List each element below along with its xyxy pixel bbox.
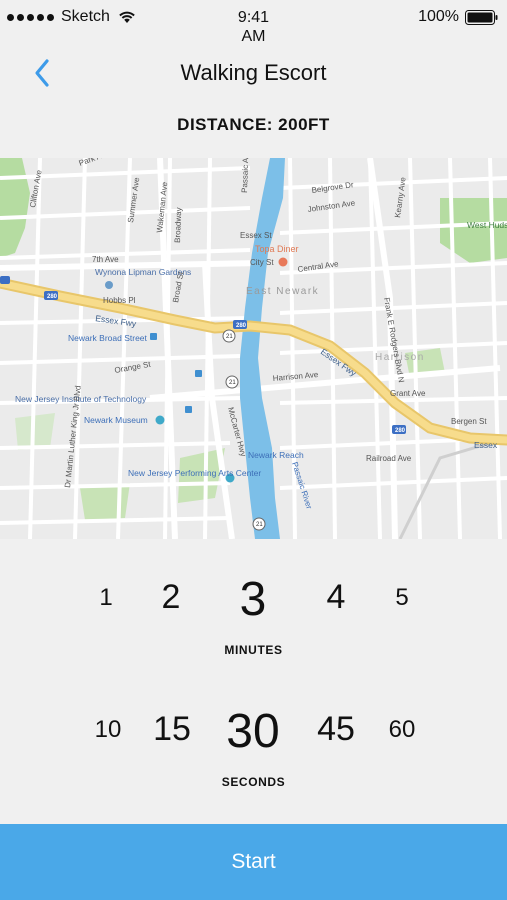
- minutes-picker: 1 2 3 4 5: [0, 572, 507, 632]
- seconds-option-60[interactable]: 60: [389, 716, 416, 744]
- map-label: Passaic Ave: [240, 158, 251, 193]
- map-label: 21: [226, 334, 233, 340]
- map-label: Newark Broad Street: [68, 333, 148, 343]
- map-label: New Jersey Performing Arts Center: [128, 468, 261, 478]
- map-label: Grant Ave: [390, 389, 426, 398]
- map-canvas: Park Ave Clifton Ave Summer Ave Wakeman …: [0, 158, 507, 539]
- battery-icon: [465, 9, 498, 25]
- map-label: Railroad Ave: [366, 454, 412, 463]
- minutes-option-4[interactable]: 4: [327, 578, 346, 617]
- map-label: City St: [250, 258, 274, 267]
- seconds-picker: 10 15 30 45 60: [0, 704, 507, 764]
- status-right: 100%: [418, 8, 499, 26]
- map-label: Newark Reach: [248, 450, 304, 460]
- map-label: 7th Ave: [92, 255, 119, 264]
- map-label: Essex St: [240, 231, 272, 240]
- distance-label: DISTANCE: 200FT: [177, 115, 330, 134]
- seconds-option-selected[interactable]: 30: [226, 704, 279, 759]
- map-label: Topa Diner: [255, 244, 299, 254]
- map-view[interactable]: Park Ave Clifton Ave Summer Ave Wakeman …: [0, 158, 507, 539]
- start-button[interactable]: Start: [0, 824, 507, 900]
- minutes-option-5[interactable]: 5: [395, 584, 408, 612]
- map-label: Newark Museum: [84, 415, 148, 425]
- map-label: Hobbs Pl: [103, 296, 136, 305]
- battery-percent: 100%: [418, 8, 459, 25]
- nav-bar: Walking Escort: [0, 48, 507, 98]
- status-bar: Sketch 9:41 AM 100%: [0, 0, 507, 46]
- map-label: 21: [256, 522, 263, 528]
- seconds-option-45[interactable]: 45: [317, 710, 355, 749]
- map-label: Essex: [474, 440, 498, 450]
- map-label: 280: [395, 428, 406, 434]
- seconds-option-15[interactable]: 15: [153, 710, 191, 749]
- start-button-label: Start: [231, 850, 276, 873]
- map-label: East Newark: [246, 286, 319, 297]
- minutes-option-2[interactable]: 2: [162, 578, 181, 617]
- minutes-option-1[interactable]: 1: [99, 584, 112, 612]
- map-label: Bergen St: [451, 417, 487, 426]
- seconds-caption: SECONDS: [221, 775, 286, 789]
- map-label: West Hudson Park: [467, 220, 507, 230]
- minutes-caption: MINUTES: [224, 643, 283, 657]
- map-label: 280: [236, 323, 247, 329]
- map-label: Broadway: [173, 207, 183, 243]
- map-label: 21: [229, 380, 236, 386]
- page-title: Walking Escort: [180, 60, 327, 85]
- seconds-option-10[interactable]: 10: [95, 716, 122, 744]
- map-label: 280: [47, 294, 58, 300]
- minutes-option-selected[interactable]: 3: [240, 572, 267, 627]
